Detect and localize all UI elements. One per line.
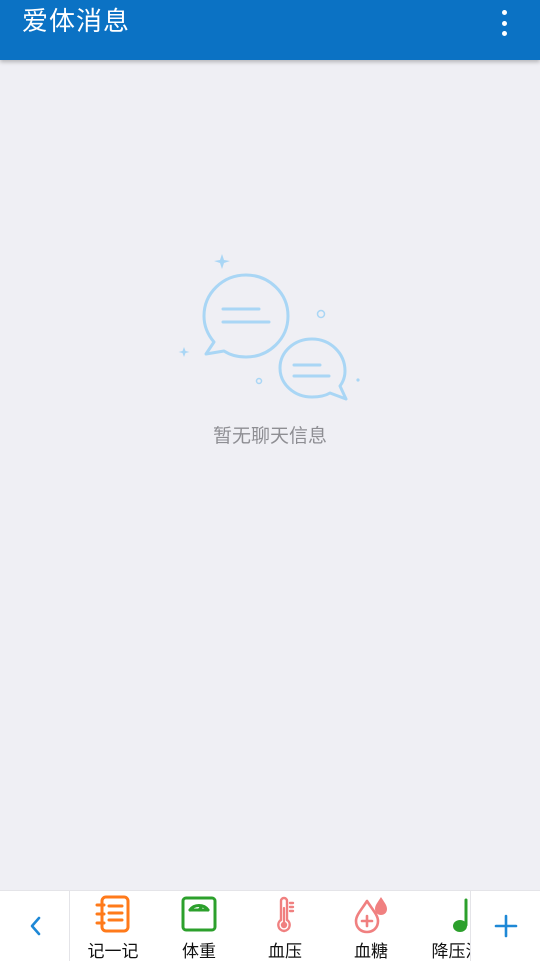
tool-label: 降压治: [431, 942, 471, 961]
blood-drop-icon: [354, 897, 387, 934]
empty-message: 暂无聊天信息: [212, 425, 327, 447]
app-bar: 爱体消息: [0, 0, 540, 60]
tool-therapy-music[interactable]: 降压治: [414, 891, 470, 961]
thermometer-icon: [277, 896, 295, 933]
add-tool-button[interactable]: [470, 891, 540, 961]
tool-weight[interactable]: 体重: [156, 891, 242, 961]
tool-strip: 记一记 体重 血压 血糖 降压: [70, 891, 470, 961]
tool-blood-sugar[interactable]: 血糖: [328, 891, 414, 961]
bottom-toolbar: 记一记 体重 血压 血糖 降压: [0, 890, 540, 961]
scale-icon: [181, 896, 217, 932]
tool-label: 血压: [268, 942, 302, 961]
tool-notebook[interactable]: 记一记: [70, 891, 156, 961]
music-note-icon: [453, 898, 468, 932]
chevron-left-icon: [30, 916, 40, 936]
notebook-icon: [95, 895, 130, 933]
plus-icon: [494, 914, 517, 938]
tool-label: 血糖: [354, 942, 388, 961]
tool-label: 记一记: [87, 942, 139, 961]
page-title: 爱体消息: [22, 7, 131, 37]
more-vert-icon[interactable]: [494, 10, 514, 36]
scroll-left-button[interactable]: [0, 891, 70, 961]
tool-blood-pressure[interactable]: 血压: [242, 891, 328, 961]
tool-label: 体重: [182, 942, 216, 961]
chat-bubbles-icon: [178, 254, 360, 401]
